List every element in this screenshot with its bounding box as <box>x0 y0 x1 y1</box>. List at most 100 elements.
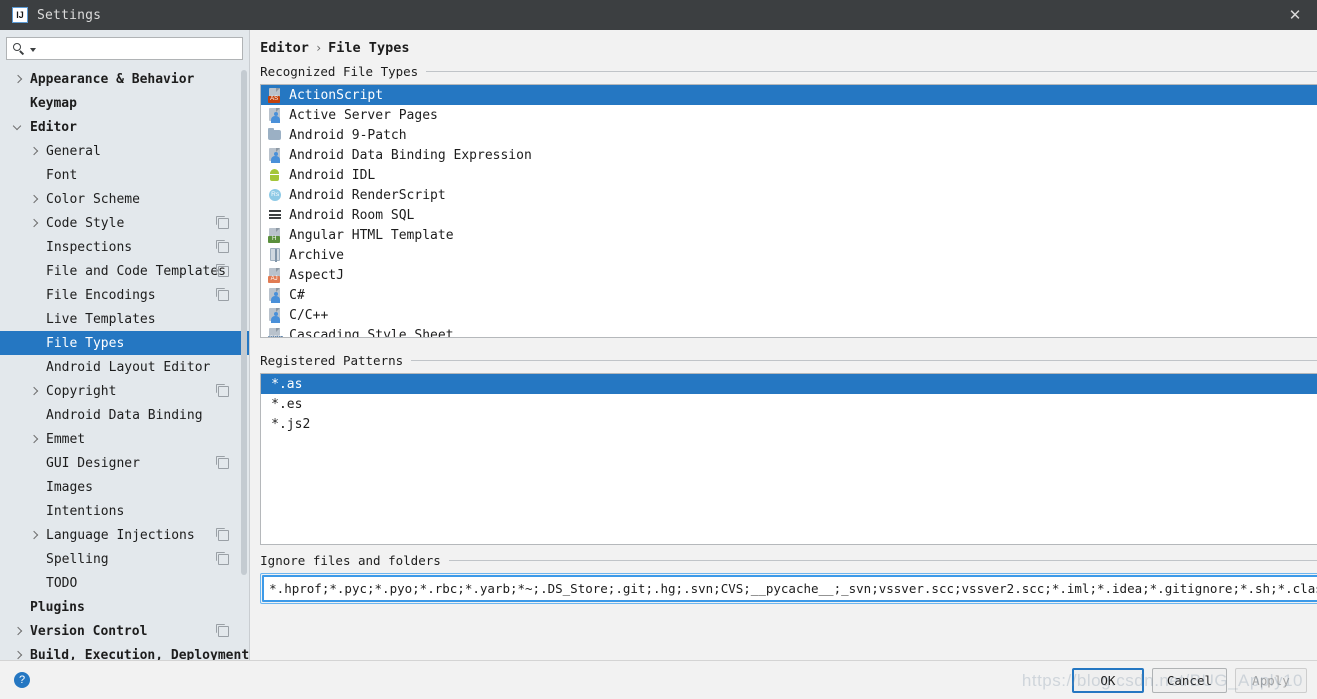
lines-icon <box>267 207 283 223</box>
recognized-file-types-header: Recognized File Types <box>260 64 1317 79</box>
chevron-down-icon[interactable] <box>14 123 23 132</box>
chevron-right-icon[interactable] <box>14 627 23 636</box>
file-type-row[interactable]: Android 9-Patch <box>261 125 1317 145</box>
sidebar-item-label: File and Code Templates <box>46 264 226 279</box>
file-type-row[interactable]: Android Data Binding Expression <box>261 145 1317 165</box>
sidebar-item-general[interactable]: General <box>0 139 249 163</box>
chevron-right-icon[interactable] <box>30 387 39 396</box>
chevron-right-icon[interactable] <box>14 651 23 660</box>
sidebar-item-label: TODO <box>46 576 77 591</box>
ignore-header: Ignore files and folders <box>260 553 1317 568</box>
sidebar-item-copyright[interactable]: Copyright <box>0 379 249 403</box>
cancel-button[interactable]: Cancel <box>1152 668 1227 693</box>
sidebar-item-images[interactable]: Images <box>0 475 249 499</box>
ignore-input[interactable]: *.hprof;*.pyc;*.pyo;*.rbc;*.yarb;*~;.DS_… <box>262 575 1317 602</box>
sidebar-item-color-scheme[interactable]: Color Scheme <box>0 187 249 211</box>
sidebar-item-live-templates[interactable]: Live Templates <box>0 307 249 331</box>
sidebar-item-label: Live Templates <box>46 312 156 327</box>
ignore-label: Ignore files and folders <box>260 553 441 568</box>
registered-patterns-label: Registered Patterns <box>260 353 403 368</box>
apply-button[interactable]: Apply <box>1235 668 1307 693</box>
sidebar-item-label: Inspections <box>46 240 132 255</box>
chevron-right-icon[interactable] <box>30 195 39 204</box>
file-type-row[interactable]: Archive <box>261 245 1317 265</box>
droid-icon <box>267 167 283 183</box>
sidebar-item-code-style[interactable]: Code Style <box>0 211 249 235</box>
file-badge-icon: CSS <box>267 327 283 338</box>
file-badge-icon: AJ <box>267 267 283 283</box>
sidebar-item-editor[interactable]: Editor <box>0 115 249 139</box>
chevron-right-icon[interactable] <box>30 219 39 228</box>
chevron-right-icon[interactable] <box>14 75 23 84</box>
chevron-right-icon[interactable] <box>30 531 39 540</box>
file-type-row[interactable]: C# <box>261 285 1317 305</box>
sidebar-item-android-data-binding[interactable]: Android Data Binding <box>0 403 249 427</box>
sidebar-item-label: Images <box>46 480 93 495</box>
search-icon <box>13 42 28 56</box>
copy-icon <box>218 530 229 541</box>
close-icon[interactable]: ✕ <box>1273 0 1317 30</box>
sidebar-item-appearance-behavior[interactable]: Appearance & Behavior <box>0 67 249 91</box>
sidebar-item-label: Intentions <box>46 504 124 519</box>
copy-icon <box>218 290 229 301</box>
sidebar-item-keymap[interactable]: Keymap <box>0 91 249 115</box>
sidebar-item-file-types[interactable]: File Types <box>0 331 249 355</box>
chevron-right-icon[interactable] <box>30 435 39 444</box>
person-icon <box>267 147 283 163</box>
file-type-label: Android IDL <box>289 168 375 183</box>
pattern-row[interactable]: *.as <box>261 374 1317 394</box>
sidebar-item-todo[interactable]: TODO <box>0 571 249 595</box>
copy-icon <box>218 554 229 565</box>
sidebar-item-language-injections[interactable]: Language Injections <box>0 523 249 547</box>
search-input[interactable] <box>6 37 243 60</box>
sidebar-item-inspections[interactable]: Inspections <box>0 235 249 259</box>
sidebar-item-label: Android Layout Editor <box>46 360 210 375</box>
sidebar-item-label: Code Style <box>46 216 124 231</box>
sidebar-item-label: Color Scheme <box>46 192 140 207</box>
sidebar-item-android-layout-editor[interactable]: Android Layout Editor <box>0 355 249 379</box>
pattern-label: *.es <box>271 397 302 412</box>
file-type-label: Angular HTML Template <box>289 228 453 243</box>
pattern-row[interactable]: *.js2 <box>261 414 1317 434</box>
breadcrumb-parent[interactable]: Editor <box>260 40 309 56</box>
sidebar-item-font[interactable]: Font <box>0 163 249 187</box>
ok-button[interactable]: OK <box>1072 668 1144 693</box>
file-type-row[interactable]: Android Room SQL <box>261 205 1317 225</box>
recognized-file-types-list[interactable]: AS ActionScript Active Server Pages Android… <box>260 84 1317 338</box>
registered-patterns-list[interactable]: *.as *.es *.js2 <box>260 373 1317 545</box>
sidebar-item-plugins[interactable]: Plugins <box>0 595 249 619</box>
file-type-label: Android 9-Patch <box>289 128 406 143</box>
sidebar-scrollbar-thumb[interactable] <box>241 70 247 575</box>
file-type-row[interactable]: Active Server Pages <box>261 105 1317 125</box>
sidebar-item-file-encodings[interactable]: File Encodings <box>0 283 249 307</box>
registered-patterns-row: *.as *.es *.js2 <box>260 373 1317 545</box>
file-type-label: ActionScript <box>289 88 383 103</box>
file-type-row[interactable]: H Angular HTML Template <box>261 225 1317 245</box>
sidebar-item-gui-designer[interactable]: GUI Designer <box>0 451 249 475</box>
sidebar-item-intentions[interactable]: Intentions <box>0 499 249 523</box>
sidebar-item-emmet[interactable]: Emmet <box>0 427 249 451</box>
settings-tree[interactable]: Appearance & BehaviorKeymapEditorGeneral… <box>0 65 249 699</box>
file-type-row[interactable]: CSSCascading Style Sheet <box>261 325 1317 338</box>
file-type-row[interactable]: C/C++ <box>261 305 1317 325</box>
settings-sidebar: Appearance & BehaviorKeymapEditorGeneral… <box>0 30 250 699</box>
sidebar-item-label: Emmet <box>46 432 85 447</box>
sidebar-item-spelling[interactable]: Spelling <box>0 547 249 571</box>
file-type-row[interactable]: Android IDL <box>261 165 1317 185</box>
help-button[interactable]: ? <box>14 672 30 688</box>
file-type-label: Archive <box>289 248 344 263</box>
chevron-down-icon <box>30 48 36 52</box>
copy-icon <box>218 218 229 229</box>
sidebar-item-file-and-code-templates[interactable]: File and Code Templates <box>0 259 249 283</box>
file-type-row[interactable]: AS ActionScript <box>261 85 1317 105</box>
pattern-row[interactable]: *.es <box>261 394 1317 414</box>
breadcrumb-separator-icon: › <box>315 41 322 55</box>
chevron-right-icon[interactable] <box>30 147 39 156</box>
file-type-row[interactable]: RsAndroid RenderScript <box>261 185 1317 205</box>
sidebar-item-label: File Types <box>46 336 124 351</box>
file-badge-icon: AS <box>267 87 283 103</box>
sidebar-item-version-control[interactable]: Version Control <box>0 619 249 643</box>
file-badge-icon: H <box>267 227 283 243</box>
sidebar-item-label: Font <box>46 168 77 183</box>
file-type-row[interactable]: AJAspectJ <box>261 265 1317 285</box>
